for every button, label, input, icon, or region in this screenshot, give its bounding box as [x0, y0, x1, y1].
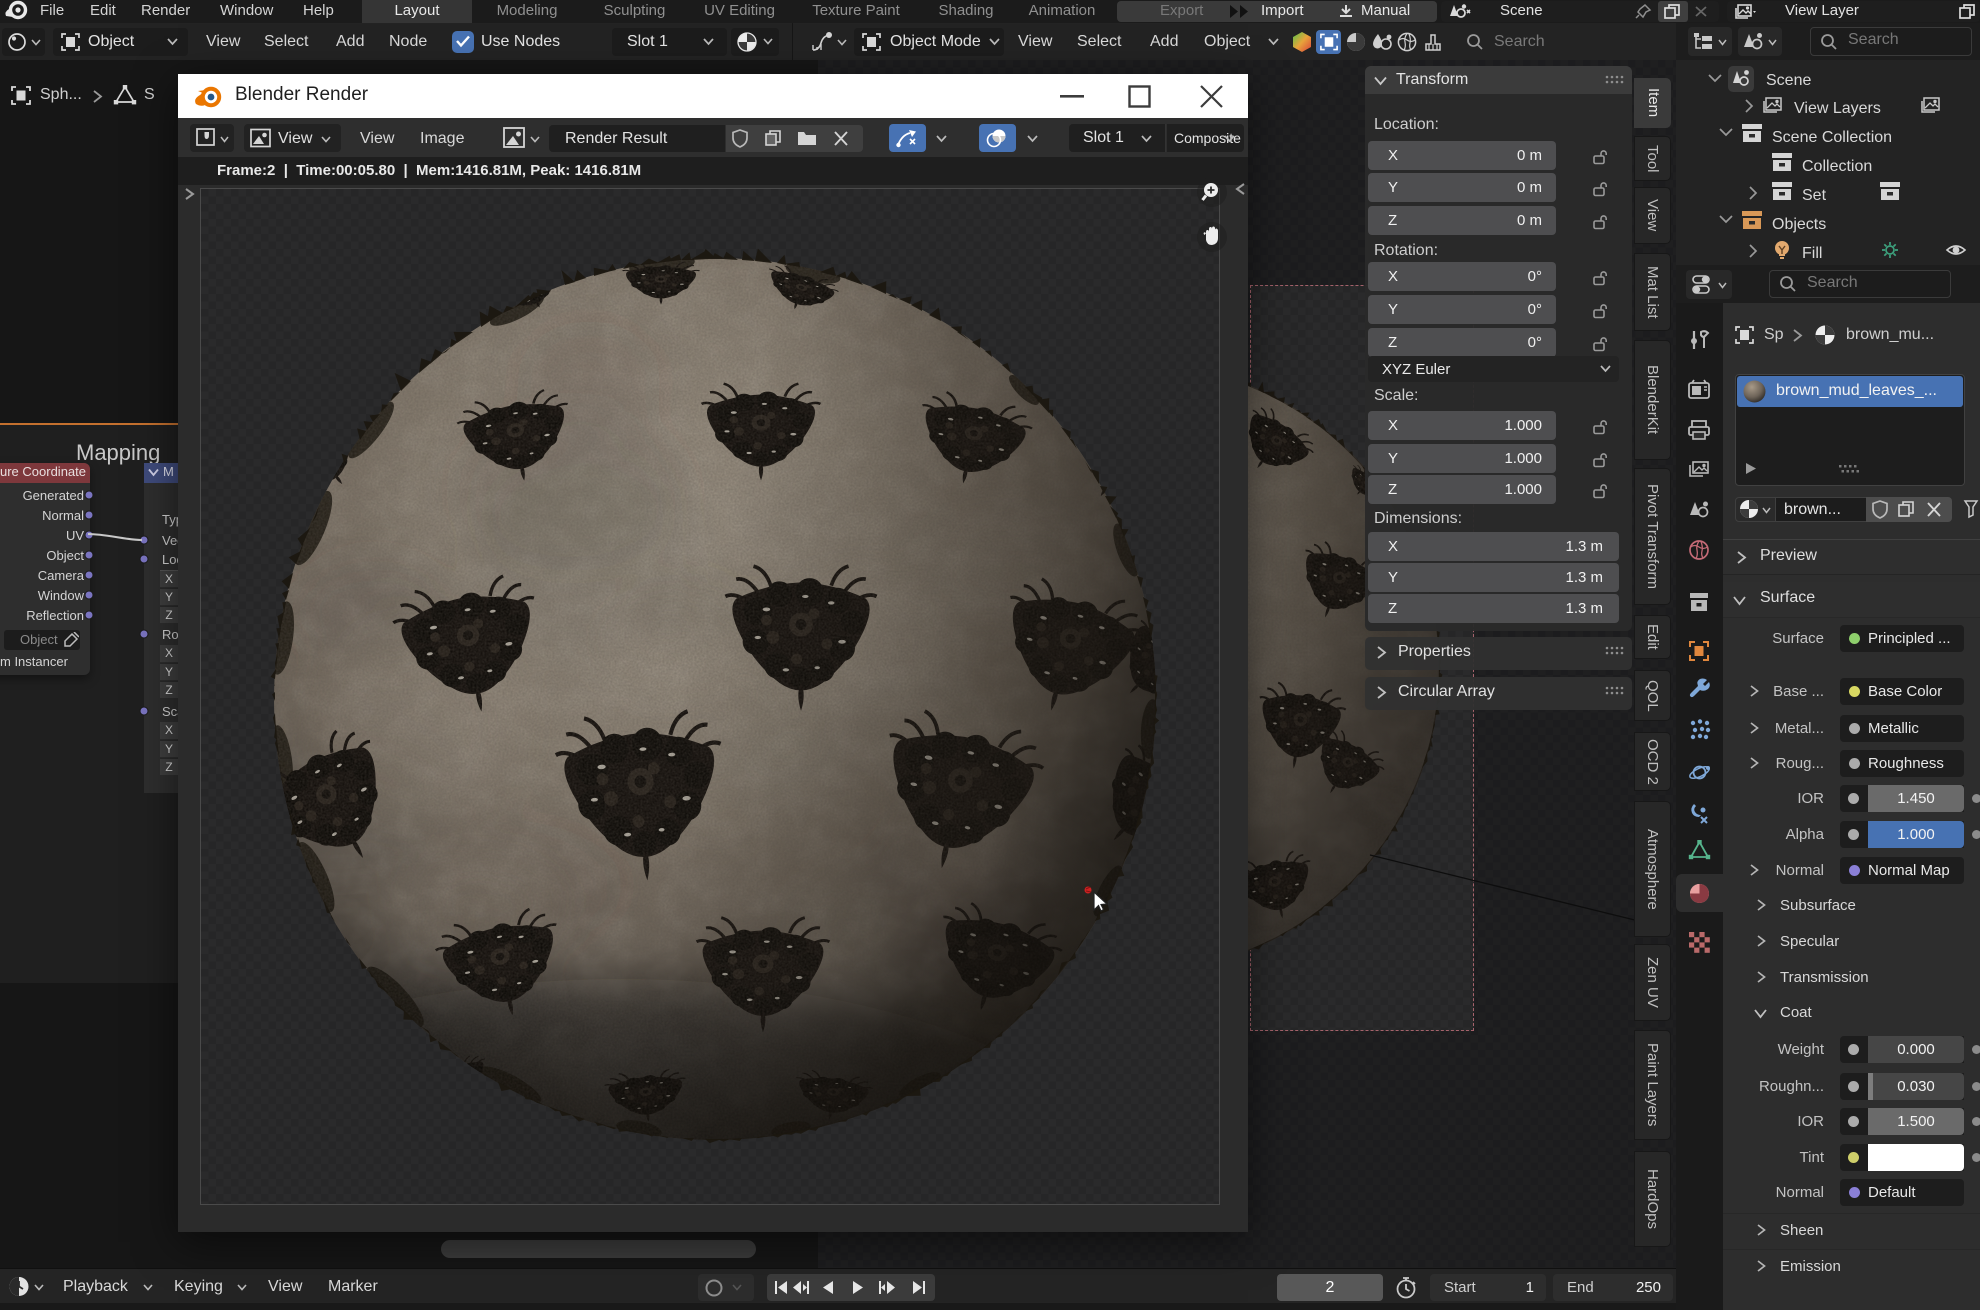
svg-text:Fill: Fill [1802, 245, 1822, 262]
svg-text:Scene Collection: Scene Collection [1772, 129, 1892, 146]
svg-text:View Layers: View Layers [1794, 100, 1881, 117]
svg-text:Objects: Objects [1772, 216, 1826, 233]
svg-text:Collection: Collection [1802, 158, 1872, 175]
svg-text:Scene: Scene [1766, 72, 1811, 89]
svg-text:Set: Set [1802, 187, 1827, 204]
